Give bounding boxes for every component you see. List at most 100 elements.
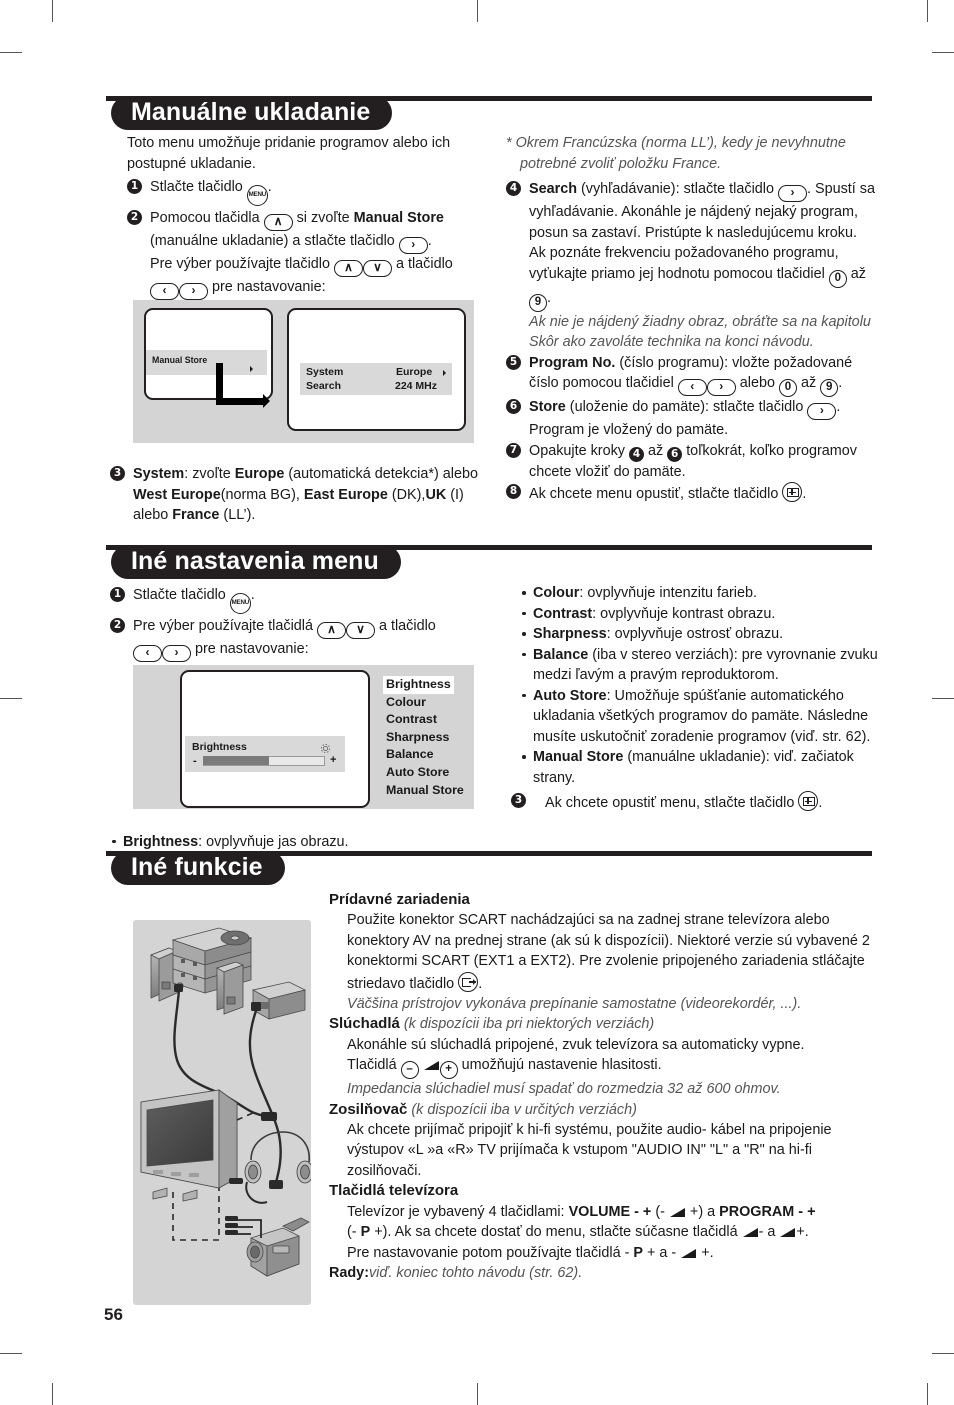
step-4-bold-search: Search [529,181,577,197]
step-8-text-b: . [802,486,807,502]
volume-minus-button-icon: – [400,1061,419,1080]
step-3-bold-east-europe: East Europe [303,486,388,503]
osd-row1-value: Europe [396,366,433,378]
section-manual-store: Manuálne ukladanie [106,96,872,130]
osd-row1-label: System [306,366,344,378]
section-title-other-functions: Iné funkcie [111,851,285,885]
volume-wedge-icon-3 [742,1227,759,1238]
osd-brightness-label: Brightness [192,741,247,753]
step-number-8: 8 [506,484,521,499]
step-5-text-b: alebo [739,375,775,391]
right-button-icon-3: › [777,185,807,202]
osd-menu-item[interactable]: Manual Store [386,782,464,800]
bullet-dot [522,693,526,697]
bullet-dot [112,839,116,844]
step-number-3: 3 [110,466,125,481]
heading-pridavne-zariadenia: Prídavné zariadenia [329,891,470,908]
settings-bullet-label: Manual Store [533,749,624,765]
osd-menu-item[interactable]: Colour [386,694,464,712]
manual-store-right-column: * Okrem Francúzska (norma LL’), kedy je … [506,133,876,505]
down-button-icon: ∨ [362,260,392,277]
osd-menu-item[interactable]: Auto Store [386,764,464,782]
sluchadla-text-b: umožňujú nastavenie hlasitosti. [461,1057,662,1074]
settings-step-3-a: Ak chcete opustiť menu, stlačte tlačidlo [545,795,795,811]
step-6-text-a: (uloženie do pamäte): stlačte tlačidlo [569,399,804,415]
heading-sluchadla-bold: Slúchadlá [329,1015,400,1033]
volume-wedge-icon [423,1060,440,1071]
osd-menu-list: Brightness Colour Contrast Sharpness Balance… [383,676,464,800]
step-1-text-post: . [267,179,272,195]
step-7-text-a: Opakujte kroky [529,442,625,459]
section-other-settings: Iné nastavenia menu [106,545,872,579]
settings-bullet-item: Colour: ovplyvňuje intenzitu farieb. [520,583,880,604]
osd-menu-item-label: Contrast [386,712,437,727]
left-button-icon-4: ‹ [133,645,162,662]
right-button-icon-2: › [179,283,208,300]
heading-zosilnovac: Zosilňovač (k dispozícii iba v určitých … [329,1100,885,1120]
settings-bullet-label: Contrast [533,605,593,622]
crop-mark-top-left [52,0,53,22]
settings-step-2-b: a tlačidlo [378,618,436,634]
osd-left-item-label: Manual Store [152,355,208,365]
settings-step-1-pre: Stlačte tlačidlo [133,587,226,603]
bullet-dot [522,611,526,615]
crop-mark-left-top [0,52,22,53]
menu-button-icon-2: MENU [229,593,251,614]
settings-step-number-3: 3 [511,793,526,808]
step-5: 5 Program No. (číslo programu): vložte p… [506,353,876,397]
osd-menu-item[interactable]: Contrast [386,711,464,729]
flow-arrow-horizontal [216,398,266,405]
inline-step-ref-4: 4 [628,446,644,462]
crop-mark-top-center [477,0,478,22]
osd-menu-item[interactable]: Balance [386,746,464,764]
sluchadla-paragraph-2: Tlačidlá – + umožňujú nastavenie hlasito… [329,1055,885,1080]
step-5-bold-program-no: Program No. [529,354,616,371]
osd-menu-item[interactable]: Sharpness [386,729,464,747]
right-button-icon: › [398,237,428,254]
brightness-caption-rest: : ovplyvňuje jas obrazu. [198,834,349,851]
step-4-text-a: (vyhľadávanie): stlačte tlačidlo [581,181,774,197]
bullet-dot [522,591,526,595]
up-button-icon-2: ∧ [333,260,363,277]
tlacidla-text-f: - a [758,1224,776,1241]
right-button-icon-5: › [807,403,837,420]
tlacidla-text-g: +. [796,1224,809,1241]
heading-tlacidla-televizora: Tlačidlá televízora [329,1182,459,1200]
step-4-note: Ak nie je nájdený žiadny obraz, obráťte … [529,313,871,351]
settings-step-1-post: . [250,587,255,603]
osd-brightness-minus: - [193,755,197,767]
step-6-bold-store: Store [529,399,566,415]
step-3-bold-system: System [133,466,185,482]
settings-step-2-a: Pre výber používajte tlačidlá [133,618,313,634]
settings-bullet-item: Contrast: ovplyvňuje kontrast obrazu. [520,604,880,625]
settings-bullet-text: : ovplyvňuje intenzitu farieb. [579,585,757,601]
step-3: 3 System: zvoľte Europe (automatická det… [110,464,500,526]
osd-menu-item[interactable]: Brightness [383,676,464,694]
right-button-icon-6: › [162,645,191,662]
left-button-icon: ‹ [150,283,179,300]
settings-bullet-item: Sharpness: ovplyvňuje ostrosť obrazu. [520,624,880,645]
tlacidla-text-j: +. [701,1244,714,1261]
manual-page: Manuálne ukladanie Toto menu umožňuje pr… [0,0,954,1405]
crop-mark-right-bottom [932,1353,954,1354]
settings-step-number-1: 1 [110,587,125,602]
step-2-text-e: Pre výber používajte tlačidlo [150,256,330,272]
exit-button-icon [782,482,803,502]
tlacidla-text-b: (- [655,1203,665,1220]
crop-mark-right-top [932,52,954,53]
manual-store-footnote: * Okrem Francúzska (norma LL’), kedy je … [506,135,846,172]
step-2-text-g: pre nastavovanie: [212,279,326,295]
heading-sluchadla-italic: (k dispozícii iba pri niektorých verziác… [403,1016,655,1033]
step-5-text-c: až [801,375,817,391]
manual-store-intro: Toto menu umožňuje pridanie programov al… [127,135,451,172]
settings-step-number-2: 2 [110,618,125,633]
manual-store-steps: 1 Stlačte tlačidlo MENU. 2 Pomocou tlači… [127,177,487,300]
settings-bullet-label: Sharpness [533,626,607,642]
osd-menu-item-label: Auto Store [386,764,450,779]
settings-bullet-item: Manual Store (manuálne ukladanie): viď. … [520,747,880,788]
number-key-0-icon-2: 0 [779,379,797,397]
step-4-text-c: až [850,265,866,282]
sluchadla-paragraph-1: Akonáhle sú slúchadlá pripojené, zvuk te… [347,1036,805,1053]
osd-menu-item-label: Balance [386,747,434,762]
crop-mark-left-middle [0,698,22,699]
